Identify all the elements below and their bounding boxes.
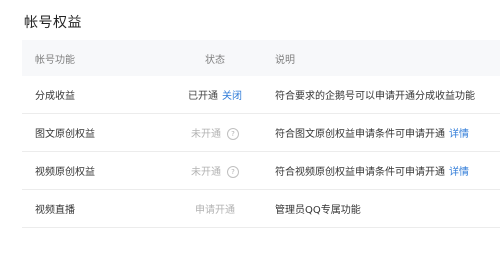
description-cell: 符合图文原创权益申请条件可申请开通 详情 [272, 125, 500, 140]
close-link[interactable]: 关闭 [222, 91, 242, 102]
feature-name: 分成收益 [35, 91, 75, 102]
question-circle-icon[interactable]: ? [227, 128, 239, 140]
feature-name: 视频直播 [35, 205, 75, 216]
status-cell: 申请开通 [158, 201, 272, 216]
table-row: 视频原创权益 未开通? 符合视频原创权益申请条件可申请开通 详情 [22, 152, 500, 190]
header-description: 说明 [275, 54, 295, 66]
feature-name: 视频原创权益 [35, 167, 95, 178]
description-text: 管理员QQ专属功能 [275, 205, 361, 216]
table-header: 帐号功能 状态 说明 [22, 40, 500, 76]
status-cell: 未开通? [158, 125, 272, 140]
apply-button[interactable]: 申请开通 [195, 205, 235, 216]
description-text: 符合视频原创权益申请条件可申请开通 [275, 167, 445, 178]
description-text: 符合图文原创权益申请条件可申请开通 [275, 129, 445, 140]
status-text: 未开通 [191, 167, 221, 178]
feature-name: 图文原创权益 [35, 129, 95, 140]
question-circle-icon[interactable]: ? [227, 166, 239, 178]
account-rights-table: 帐号功能 状态 说明 分成收益 已开通 关闭 符合要求的企鹅号可以申请开通分成收益… [22, 40, 500, 228]
detail-link[interactable]: 详情 [449, 129, 469, 140]
status-text: 已开通 [188, 91, 218, 102]
status-text: 未开通 [191, 129, 221, 140]
status-cell: 已开通 关闭 [158, 87, 272, 102]
description-cell: 符合视频原创权益申请条件可申请开通 详情 [272, 163, 500, 178]
table-row: 分成收益 已开通 关闭 符合要求的企鹅号可以申请开通分成收益功能 [22, 76, 500, 114]
table-row: 视频直播 申请开通 管理员QQ专属功能 [22, 190, 500, 228]
table-row: 图文原创权益 未开通? 符合图文原创权益申请条件可申请开通 详情 [22, 114, 500, 152]
description-text: 符合要求的企鹅号可以申请开通分成收益功能 [275, 91, 475, 102]
status-cell: 未开通? [158, 163, 272, 178]
detail-link[interactable]: 详情 [449, 167, 469, 178]
page-title: 帐号权益 [24, 15, 82, 31]
header-feature: 帐号功能 [35, 54, 75, 66]
header-status: 状态 [205, 54, 225, 66]
